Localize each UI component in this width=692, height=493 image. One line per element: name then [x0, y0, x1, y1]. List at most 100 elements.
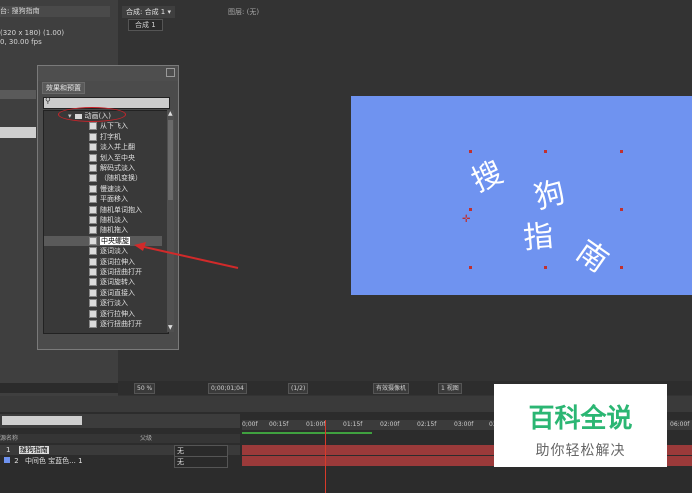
highlight-ellipse [58, 107, 126, 122]
effect-item[interactable]: 平面移入 [44, 194, 162, 204]
effect-label: 中央螺旋 [100, 236, 130, 245]
bbox-handle[interactable] [544, 266, 547, 269]
effects-scrollbar[interactable]: ▲ ▼ [167, 110, 174, 332]
preset-icon [89, 153, 97, 162]
composition-canvas[interactable]: 搜 狗 指 南 ✛ [351, 96, 692, 295]
effect-item[interactable]: （随机变换） [44, 173, 162, 183]
effect-item[interactable]: 划入至中央 [44, 153, 162, 163]
tab-effects-presets[interactable]: 效果和预置 [42, 82, 85, 94]
effect-label: 从下飞入 [100, 122, 128, 131]
bbox-handle[interactable] [469, 266, 472, 269]
effect-item[interactable]: 淡入并上翻 [44, 142, 162, 152]
bbox-handle[interactable] [620, 266, 623, 269]
effect-item[interactable]: 随机淡入 [44, 215, 162, 225]
project-item-selected[interactable] [0, 127, 36, 138]
preset-icon [89, 320, 97, 328]
header-parent: 父级 [140, 435, 153, 442]
effect-item[interactable]: 逐行扭曲打开 [44, 319, 162, 329]
canvas-char-3: 指 [521, 218, 555, 257]
project-tab[interactable]: 台: 搜狗指南 [0, 6, 110, 17]
preset-icon [89, 122, 97, 131]
effect-label: 逐词旋转入 [100, 278, 135, 287]
effect-label: 划入至中央 [100, 153, 135, 162]
annotation-arrow [134, 242, 239, 269]
work-area-bar[interactable] [242, 432, 372, 434]
preset-icon [89, 299, 97, 308]
bbox-handle[interactable] [544, 150, 547, 153]
layer-name[interactable]: 搜狗指南 [18, 446, 49, 454]
bbox-handle[interactable] [469, 150, 472, 153]
effect-label: 随机拖入 [100, 226, 128, 235]
effect-label: 逐行拉伸入 [100, 309, 135, 318]
project-search[interactable] [0, 90, 36, 99]
zoom-select[interactable]: 50 % [134, 383, 156, 394]
layer-number: 2 [14, 457, 19, 465]
preset-icon [89, 247, 97, 256]
preset-icon [89, 195, 97, 204]
effect-label: 逐行淡入 [100, 299, 128, 308]
parent-select[interactable]: 无 [174, 456, 228, 468]
effect-label: 逐词直接入 [100, 288, 135, 297]
effect-item[interactable]: 解码式淡入 [44, 163, 162, 173]
header-source-name: 源名称 [0, 435, 19, 442]
playhead[interactable] [325, 420, 326, 493]
effect-item[interactable]: 随机单词抱入 [44, 205, 162, 215]
preset-icon [89, 205, 97, 214]
preset-icon [89, 143, 97, 152]
preset-icon [89, 164, 97, 172]
effect-label: （随机变换） [100, 174, 142, 183]
project-scrollbar[interactable] [0, 383, 118, 393]
watermark: 百科全说 助你轻松解决 [494, 384, 667, 467]
effect-item[interactable]: 逐行拉伸入 [44, 309, 162, 319]
panel-header [38, 66, 178, 81]
layer-number: 1 [6, 446, 11, 454]
ruler-tick-label: 01:00f [306, 421, 326, 428]
bbox-handle[interactable] [620, 150, 623, 153]
comp-subtab[interactable]: 合成 1 [128, 19, 163, 31]
preset-icon [89, 309, 97, 318]
layer-row[interactable]: 1 搜狗指南 无 [0, 445, 240, 457]
preset-icon [89, 226, 97, 235]
preset-icon [89, 174, 97, 183]
effect-item[interactable]: 从下飞入 [44, 121, 162, 131]
effect-item[interactable]: 慢速淡入 [44, 184, 162, 194]
effect-label: 平面移入 [100, 195, 128, 204]
close-icon[interactable] [166, 68, 175, 77]
effect-item[interactable]: 随机拖入 [44, 225, 162, 235]
comp-size: (320 x 180) (1.00) [0, 29, 65, 37]
timeline-search-input[interactable] [2, 416, 82, 425]
anchor-point-icon[interactable]: ✛ [462, 214, 470, 225]
effect-label: 淡入并上翻 [100, 143, 135, 152]
preset-icon [89, 184, 97, 193]
bbox-handle[interactable] [469, 208, 472, 211]
canvas-char-4: 南 [569, 233, 615, 280]
layer-row[interactable]: 2 中间色 宝蓝色... 1 无 [0, 456, 240, 468]
ruler-tick-label: 02:15f [417, 421, 437, 428]
ruler-tick-label: 00:15f [269, 421, 289, 428]
effect-label: 逐行扭曲打开 [100, 320, 142, 328]
effect-item[interactable]: 逐词旋转入 [44, 277, 162, 287]
ruler-tick-label: 0;00f [242, 421, 258, 428]
tab-layer[interactable]: 图层: (无) [228, 6, 259, 18]
ruler-tick-label: 01:15f [343, 421, 363, 428]
resolution-select[interactable]: (1/2) [288, 383, 309, 394]
effect-label: 随机单词抱入 [100, 205, 142, 214]
effects-presets-panel: 效果和预置 ⚲ ▾ 动画(入) 从下飞入 打字机 淡入并上翻 划入至中央 解码式淡入 （随机… [37, 65, 179, 350]
ruler-tick-label: 02:00f [380, 421, 400, 428]
preset-icon [89, 288, 97, 297]
effect-item[interactable]: 逐词直接入 [44, 288, 162, 298]
layer-name[interactable]: 中间色 宝蓝色... 1 [25, 457, 83, 465]
camera-select[interactable]: 有效摄像机 [373, 383, 410, 394]
timecode-display[interactable]: 0;00;01;04 [208, 383, 247, 394]
tab-composition[interactable]: 合成: 合成 1 ▾ [122, 6, 176, 18]
canvas-char-1: 搜 [466, 154, 509, 200]
effect-item[interactable]: 逐行淡入 [44, 298, 162, 308]
effect-label: 打字机 [100, 132, 121, 141]
effect-item[interactable]: 打字机 [44, 132, 162, 142]
effects-list: ▾ 动画(入) 从下飞入 打字机 淡入并上翻 划入至中央 解码式淡入 （随机变换） 慢速淡入平… [43, 110, 169, 334]
preset-icon [89, 268, 97, 276]
comp-info: (320 x 180) (1.00) 0, 30.00 fps [0, 29, 64, 47]
watermark-title: 百科全说 [528, 404, 633, 434]
view-layout-select[interactable]: 1 视图 [438, 383, 462, 394]
bbox-handle[interactable] [620, 208, 623, 211]
